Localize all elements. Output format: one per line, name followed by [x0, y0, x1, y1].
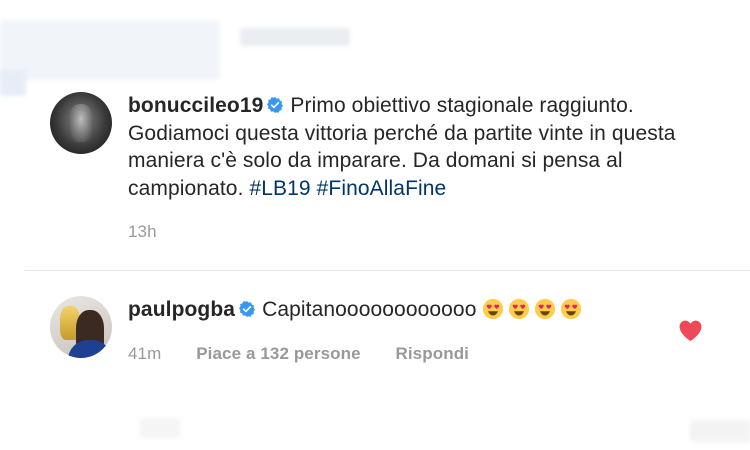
avatar[interactable]	[50, 92, 112, 154]
background-artifact	[690, 420, 750, 442]
background-artifact	[240, 28, 350, 46]
avatar[interactable]	[50, 296, 112, 358]
hashtag-link[interactable]: #FinoAllaFine	[317, 177, 447, 200]
emoji-group	[482, 298, 582, 321]
verified-badge-icon	[267, 97, 284, 113]
like-heart-icon[interactable]	[678, 319, 703, 342]
timestamp[interactable]: 13h	[128, 222, 157, 241]
timestamp[interactable]: 41m	[128, 344, 161, 363]
comment: paulpogba Capitanoooooooooooo 41m Piace …	[50, 296, 690, 367]
heart-eyes-emoji-icon	[509, 298, 530, 320]
background-artifact	[0, 70, 26, 96]
background-artifact	[140, 418, 180, 438]
heart-eyes-emoji-icon	[535, 298, 556, 320]
username[interactable]: bonuccileo19	[128, 94, 263, 117]
likes-count[interactable]: Piace a 132 persone	[196, 344, 360, 363]
verified-badge-icon	[239, 301, 256, 317]
comment-meta: 41m Piace a 132 persone Rispondi	[128, 340, 690, 368]
post-caption: bonuccileo19 Primo obiettivo stagionale …	[50, 92, 690, 246]
background-artifact	[0, 20, 220, 80]
heart-eyes-emoji-icon	[561, 298, 582, 320]
comment-text: Capitanoooooooooooo	[262, 298, 477, 321]
post-meta: 13h	[128, 218, 690, 246]
caption-body: bonuccileo19 Primo obiettivo stagionale …	[128, 92, 690, 246]
divider	[25, 270, 750, 271]
reply-button[interactable]: Rispondi	[395, 344, 469, 363]
comment-body: paulpogba Capitanoooooooooooo 41m Piace …	[128, 296, 690, 367]
username[interactable]: paulpogba	[128, 298, 235, 321]
hashtag-link[interactable]: #LB19	[249, 177, 310, 200]
heart-eyes-emoji-icon	[483, 298, 504, 320]
